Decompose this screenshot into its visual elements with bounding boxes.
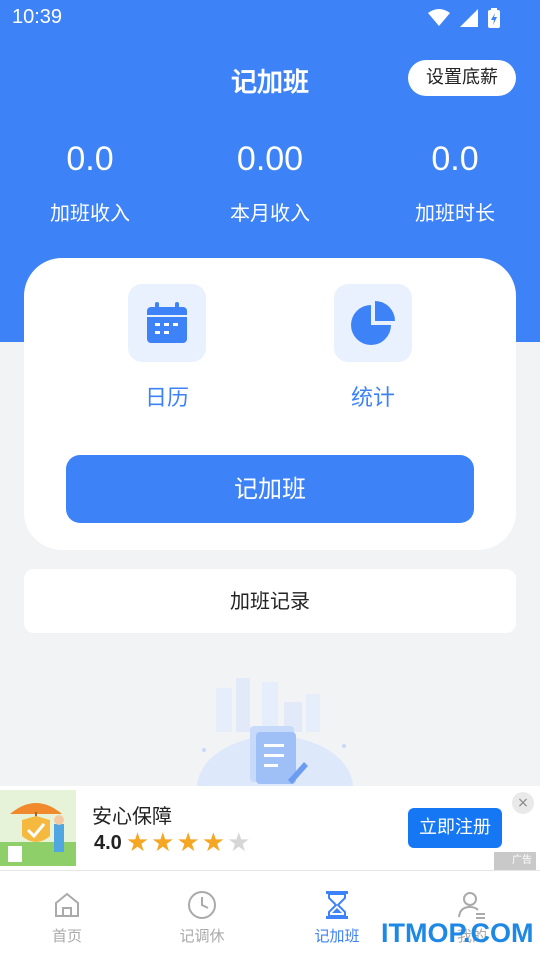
statistics-tile-icon-bg <box>334 284 412 362</box>
overtime-hours-label: 加班时长 <box>415 201 495 225</box>
overtime-records-button[interactable]: 加班记录 <box>24 569 516 633</box>
tab-overtime-label: 记加班 <box>314 927 360 945</box>
overtime-income-value: 0.0 <box>66 140 114 178</box>
star-filled-icon: ★ <box>125 828 150 858</box>
ad-tag: 广告 <box>494 852 536 870</box>
tab-time-off-label: 记调休 <box>179 927 225 945</box>
calendar-tile[interactable]: 日历 <box>87 284 247 412</box>
status-time: 10:39 <box>12 6 63 28</box>
ad-register-button[interactable]: 立即注册 <box>408 808 502 848</box>
tab-overtime[interactable]: 记加班 <box>287 889 387 946</box>
tab-time-off[interactable]: 记调休 <box>152 889 252 946</box>
ad-image <box>0 790 76 866</box>
pie-chart-icon <box>351 301 395 345</box>
ad-title: 安心保障 <box>92 804 172 828</box>
star-filled-icon: ★ <box>151 828 175 858</box>
calendar-label: 日历 <box>144 386 189 411</box>
ad-banner[interactable]: 安心保障 4.0 ★ ★ ★ ★ ★ 立即注册 <box>0 786 540 870</box>
overtime-hours-stat: 0.0 加班时长 <box>365 140 540 226</box>
tab-home[interactable]: 首页 <box>17 889 117 946</box>
ad-rating-value: 4.0 <box>94 831 122 854</box>
user-icon <box>458 892 485 919</box>
signal-icon <box>460 9 478 27</box>
home-icon <box>55 892 79 917</box>
calendar-tile-icon-bg <box>128 284 206 362</box>
watermark: ITMOP.COM <box>381 918 534 948</box>
wifi-icon <box>428 9 450 26</box>
main-card: 日历 统计 记加班 <box>24 258 516 550</box>
calendar-icon <box>147 302 187 343</box>
statistics-tile[interactable]: 统计 <box>293 284 453 412</box>
ad-close-icon[interactable]: × <box>512 792 534 814</box>
stats-row: 0.0 加班收入 0.00 本月收入 0.0 加班时长 <box>0 140 540 240</box>
record-overtime-button[interactable]: 记加班 <box>66 455 474 523</box>
monthly-income-stat: 0.00 本月收入 <box>180 140 360 226</box>
monthly-income-value: 0.00 <box>236 140 304 178</box>
empty-state-illustration <box>197 678 353 788</box>
battery-icon <box>488 8 500 28</box>
overtime-income-stat: 0.0 加班收入 <box>0 140 180 226</box>
set-base-salary-button[interactable]: 设置底薪 <box>408 60 516 96</box>
star-filled-icon: ★ <box>201 828 226 858</box>
status-icons <box>428 8 500 28</box>
overtime-income-label: 加班收入 <box>50 201 130 225</box>
clock-icon <box>188 891 216 919</box>
monthly-income-label: 本月收入 <box>230 201 310 225</box>
overtime-hours-value: 0.0 <box>431 140 479 178</box>
statistics-label: 统计 <box>350 386 395 411</box>
hourglass-icon <box>326 891 348 919</box>
star-filled-icon: ★ <box>176 828 200 858</box>
tab-home-label: 首页 <box>51 927 82 945</box>
star-empty-icon: ★ <box>227 828 251 858</box>
ad-rating: 4.0 ★ ★ ★ ★ ★ <box>94 830 250 856</box>
status-bar: 10:39 <box>0 0 540 36</box>
star-rating: ★ ★ ★ ★ ★ <box>126 830 251 856</box>
